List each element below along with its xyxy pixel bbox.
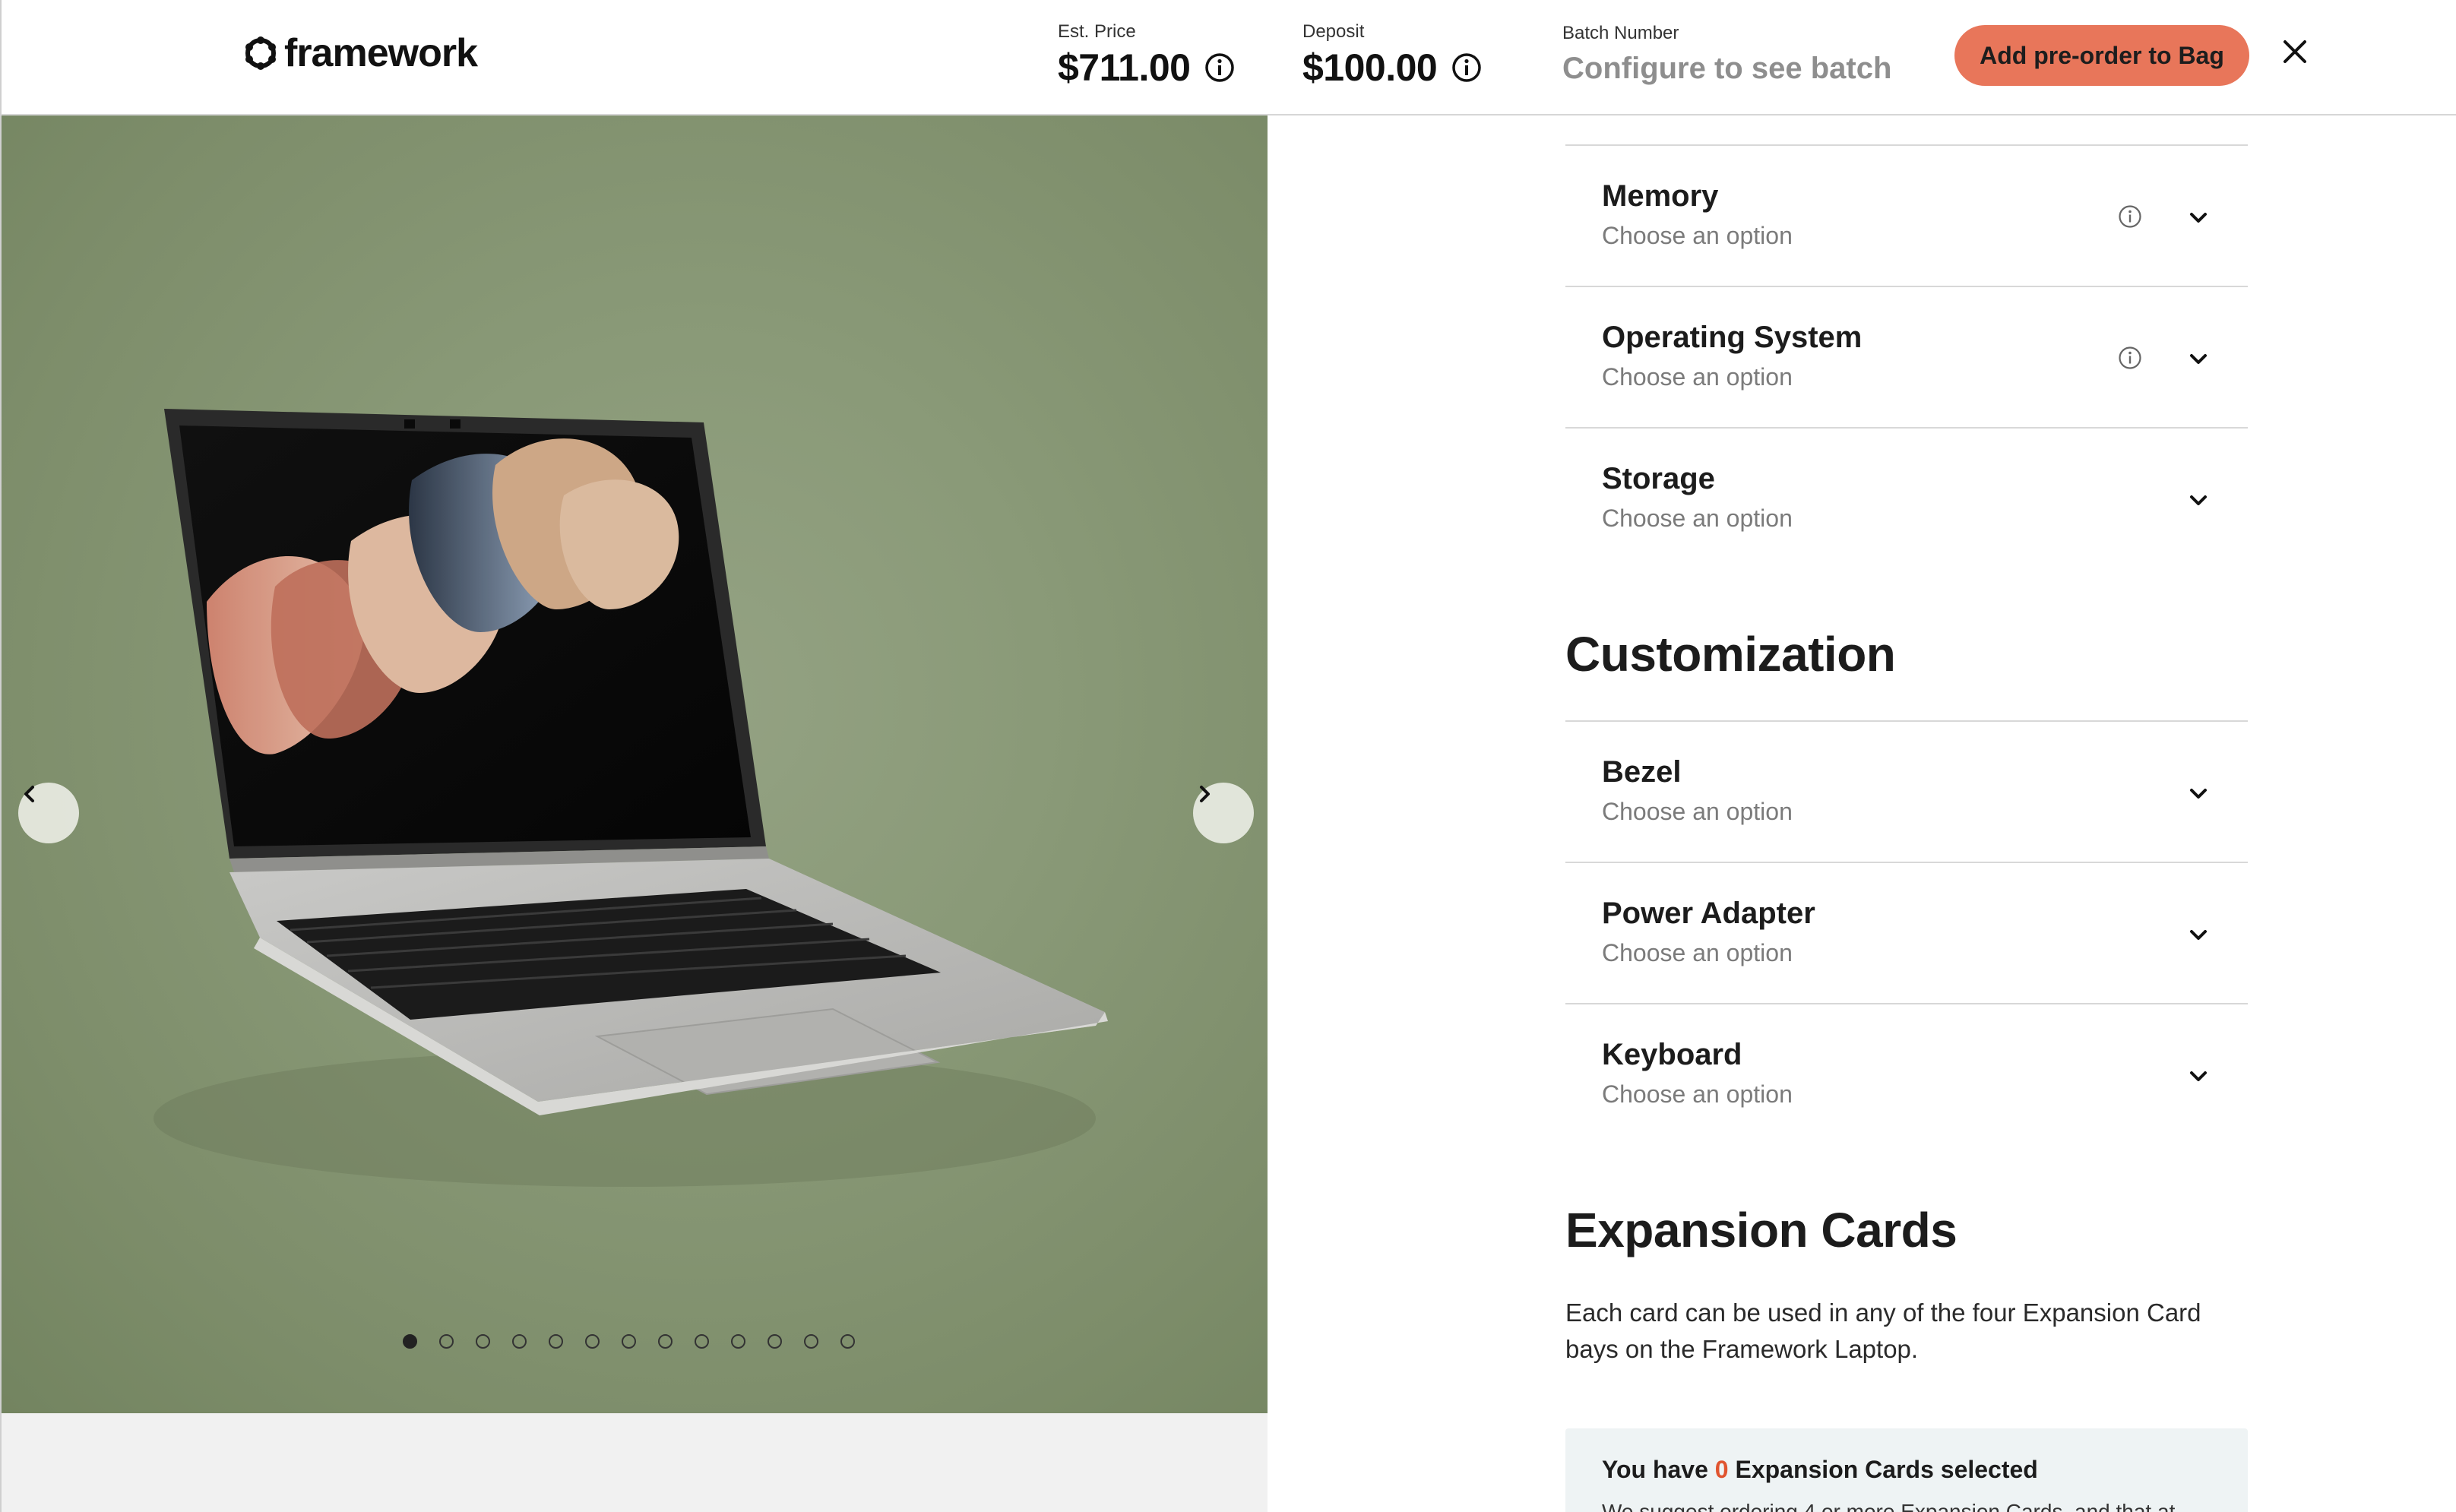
gallery-dot[interactable] [804, 1334, 818, 1349]
framework-logo[interactable]: framework [243, 30, 478, 76]
option-keyboard[interactable]: Keyboard Choose an option [1565, 1004, 2248, 1146]
chevron-down-icon [2190, 354, 2207, 364]
batch-value: Configure to see batch [1562, 52, 1892, 85]
brand-name: framework [284, 31, 478, 75]
customization-heading: Customization [1565, 627, 1896, 682]
close-button[interactable] [2277, 33, 2313, 70]
deposit-value: $100.00 [1302, 46, 1438, 89]
gallery-dot[interactable] [768, 1334, 782, 1349]
expansion-cards-summary: You have 0 Expansion Cards selected We s… [1565, 1428, 2248, 1512]
gallery-next-button[interactable] [1193, 783, 1254, 843]
expansion-cards-count: 0 [1714, 1456, 1729, 1483]
batch-block: Batch Number Configure to see batch [1562, 23, 1891, 86]
option-bezel[interactable]: Bezel Choose an option [1565, 722, 2248, 863]
option-memory[interactable]: Memory Choose an option [1565, 146, 2248, 287]
est-price-value: $711.00 [1058, 46, 1191, 89]
chevron-down-icon [2190, 213, 2207, 223]
option-title: Bezel [1602, 755, 1682, 789]
gallery-dot[interactable] [439, 1334, 454, 1349]
configuration-panel: Memory Choose an option Operating System… [1565, 115, 2248, 1512]
gallery-dot[interactable] [585, 1334, 600, 1349]
gallery-dot[interactable] [403, 1334, 417, 1349]
count-suffix: Expansion Cards selected [1735, 1456, 2038, 1483]
gallery-dot[interactable] [695, 1334, 709, 1349]
option-power-adapter[interactable]: Power Adapter Choose an option [1565, 863, 2248, 1004]
gallery-dot[interactable] [512, 1334, 527, 1349]
chevron-right-icon [1200, 786, 1210, 802]
close-icon [2284, 40, 2306, 63]
expansion-cards-suggestion: We suggest ordering 4 or more Expansion … [1602, 1500, 2176, 1512]
option-storage[interactable]: Storage Choose an option [1565, 429, 2248, 570]
gallery-dot[interactable] [549, 1334, 563, 1349]
count-prefix: You have [1602, 1456, 1708, 1483]
option-subtitle: Choose an option [1602, 222, 1793, 249]
option-subtitle: Choose an option [1602, 939, 1793, 966]
option-subtitle: Choose an option [1602, 798, 1793, 825]
gallery-dot[interactable] [840, 1334, 855, 1349]
chevron-down-icon [2190, 789, 2207, 799]
est-price-label: Est. Price [1058, 21, 1136, 42]
top-bar: framework Est. Price $711.00 Deposit $10… [0, 0, 2456, 115]
expansion-cards-count-line: You have 0 Expansion Cards selected [1602, 1456, 2038, 1484]
option-title: Keyboard [1602, 1038, 1742, 1071]
add-preorder-button[interactable]: Add pre-order to Bag [1954, 25, 2249, 86]
laptop-image [154, 409, 1108, 1187]
gallery-dot[interactable] [731, 1334, 745, 1349]
product-photo [0, 115, 1268, 1413]
gallery-pagination [403, 1334, 855, 1349]
expansion-cards-description: Each card can be used in any of the four… [1565, 1298, 2201, 1363]
product-gallery [0, 115, 1268, 1512]
gallery-dot[interactable] [476, 1334, 490, 1349]
chevron-down-icon [2190, 930, 2207, 940]
gallery-prev-button[interactable] [18, 783, 79, 843]
est-price-block: Est. Price $711.00 [1058, 21, 1236, 90]
option-title: Power Adapter [1602, 897, 1815, 930]
info-icon[interactable] [1451, 52, 1483, 84]
chevron-down-icon [2190, 495, 2207, 505]
option-operating-system[interactable]: Operating System Choose an option [1565, 287, 2248, 429]
gallery-dot[interactable] [658, 1334, 673, 1349]
chevron-left-icon [24, 786, 34, 802]
option-subtitle: Choose an option [1602, 1080, 1793, 1108]
info-icon[interactable] [2117, 345, 2143, 371]
option-title: Storage [1602, 462, 1715, 495]
info-icon[interactable] [1204, 52, 1236, 84]
expansion-cards-heading: Expansion Cards [1565, 1203, 1958, 1257]
gallery-pagination-bar [0, 1413, 1268, 1512]
gallery-dot[interactable] [622, 1334, 636, 1349]
batch-label: Batch Number [1562, 23, 1679, 43]
chevron-down-icon [2190, 1071, 2207, 1081]
option-subtitle: Choose an option [1602, 505, 1793, 532]
option-title: Operating System [1602, 321, 1863, 354]
info-icon[interactable] [2117, 204, 2143, 229]
deposit-block: Deposit $100.00 [1302, 21, 1483, 90]
option-subtitle: Choose an option [1602, 363, 1793, 391]
framework-logo-icon [245, 36, 276, 70]
deposit-label: Deposit [1302, 21, 1365, 42]
option-title: Memory [1602, 179, 1719, 213]
